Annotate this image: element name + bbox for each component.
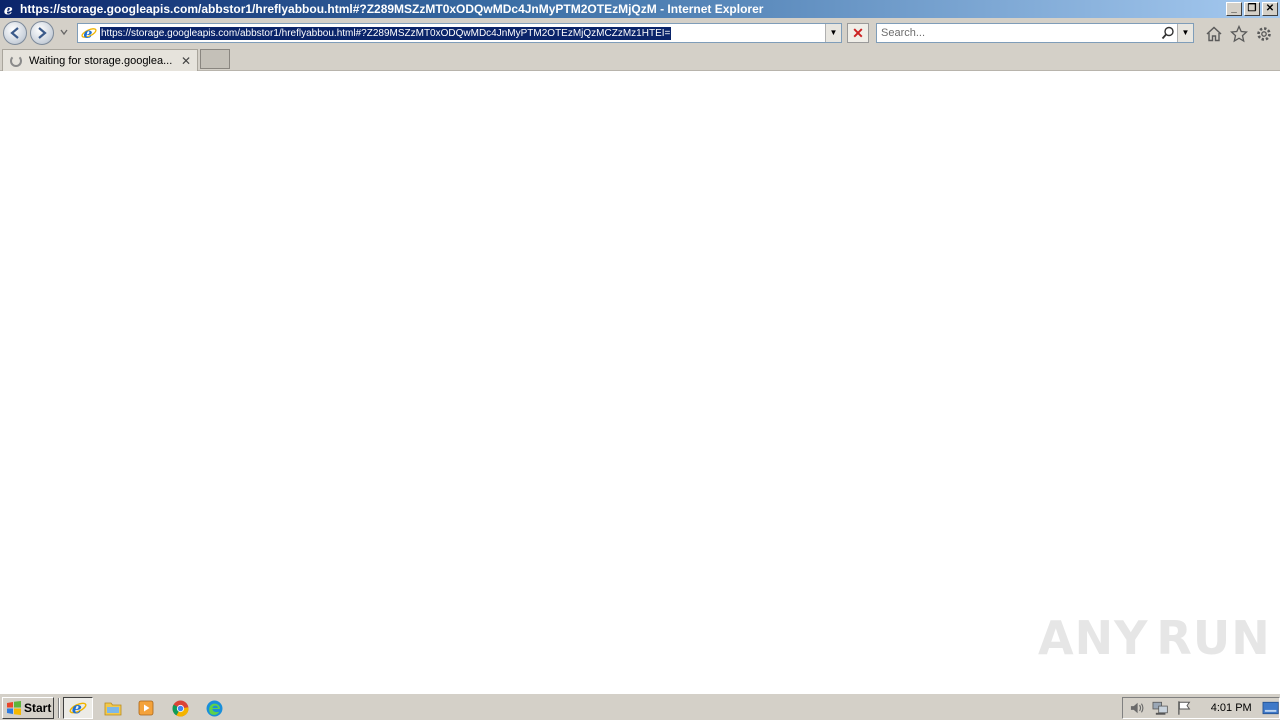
- history-dropdown-button[interactable]: [60, 28, 70, 38]
- tab-label: Waiting for storage.googlea...: [29, 54, 173, 67]
- arrow-left-icon: [10, 27, 19, 39]
- search-dropdown-button[interactable]: ▼: [1177, 24, 1193, 42]
- loading-spinner-icon: [10, 54, 22, 67]
- arrow-right-icon: [38, 27, 47, 39]
- stop-button[interactable]: ✕: [847, 23, 869, 43]
- tab-bar: Waiting for storage.googlea... ✕: [0, 48, 1280, 71]
- window-controls: _ ❐ ✕: [1226, 2, 1278, 16]
- anyrun-watermark: ANY RUN: [1038, 608, 1270, 668]
- star-icon[interactable]: [1230, 25, 1248, 43]
- navigation-bar: e https://storage.googleapis.com/abbstor…: [0, 18, 1280, 48]
- chevron-down-icon: [60, 29, 68, 36]
- screen: e https://storage.googleapis.com/abbstor…: [0, 0, 1280, 720]
- svg-text:e: e: [4, 2, 13, 16]
- tab-close-icon[interactable]: ✕: [179, 54, 193, 68]
- search-input[interactable]: [881, 26, 1151, 40]
- home-icon[interactable]: [1205, 25, 1223, 43]
- ie-logo-icon: e: [2, 1, 18, 17]
- restore-button[interactable]: ❐: [1244, 2, 1260, 16]
- network-icon[interactable]: [1152, 700, 1169, 716]
- close-button[interactable]: ✕: [1262, 2, 1278, 16]
- search-icon[interactable]: [1161, 26, 1175, 40]
- media-player-icon: [138, 700, 154, 716]
- internet-explorer-icon: e: [69, 699, 87, 717]
- watermark-left-text: ANY: [1038, 611, 1149, 665]
- clock[interactable]: 4:01 PM: [1211, 702, 1252, 714]
- svg-text:e: e: [84, 26, 93, 41]
- taskbar-separator: [58, 698, 60, 718]
- show-desktop-icon[interactable]: [1262, 701, 1279, 715]
- flag-icon[interactable]: [1176, 700, 1193, 716]
- taskbar-file-explorer[interactable]: [98, 697, 128, 719]
- ie-page-icon: e: [81, 25, 97, 42]
- back-button[interactable]: [3, 21, 27, 45]
- taskbar-internet-explorer[interactable]: e: [63, 697, 93, 719]
- start-label: Start: [24, 701, 52, 715]
- forward-button[interactable]: [30, 21, 54, 45]
- window-title: https://storage.googleapis.com/abbstor1/…: [20, 2, 764, 16]
- address-bar[interactable]: e https://storage.googleapis.com/abbstor…: [77, 23, 842, 43]
- address-dropdown-button[interactable]: ▼: [825, 24, 841, 42]
- speaker-icon[interactable]: [1129, 700, 1146, 716]
- taskbar-media-player[interactable]: [131, 697, 161, 719]
- search-box[interactable]: ▼: [876, 23, 1194, 43]
- address-input[interactable]: https://storage.googleapis.com/abbstor1/…: [100, 26, 672, 40]
- chrome-icon: [172, 700, 188, 717]
- page-content: [0, 71, 1280, 693]
- minimize-button[interactable]: _: [1226, 2, 1242, 16]
- tab-loading[interactable]: Waiting for storage.googlea... ✕: [2, 49, 198, 71]
- taskbar: Start e 4:01 PM: [0, 693, 1280, 720]
- edge-icon: [206, 700, 222, 716]
- taskbar-edge[interactable]: [199, 697, 229, 719]
- watermark-right-text: RUN: [1156, 611, 1271, 665]
- windows-logo-icon: [7, 701, 21, 715]
- new-tab-button[interactable]: [200, 49, 230, 69]
- folder-icon: [104, 702, 122, 716]
- title-bar: e https://storage.googleapis.com/abbstor…: [0, 0, 1280, 18]
- taskbar-chrome[interactable]: [165, 697, 195, 719]
- gear-icon[interactable]: [1255, 25, 1273, 43]
- system-tray: 4:01 PM: [1122, 697, 1280, 719]
- svg-text:e: e: [72, 699, 82, 717]
- start-button[interactable]: Start: [2, 697, 54, 719]
